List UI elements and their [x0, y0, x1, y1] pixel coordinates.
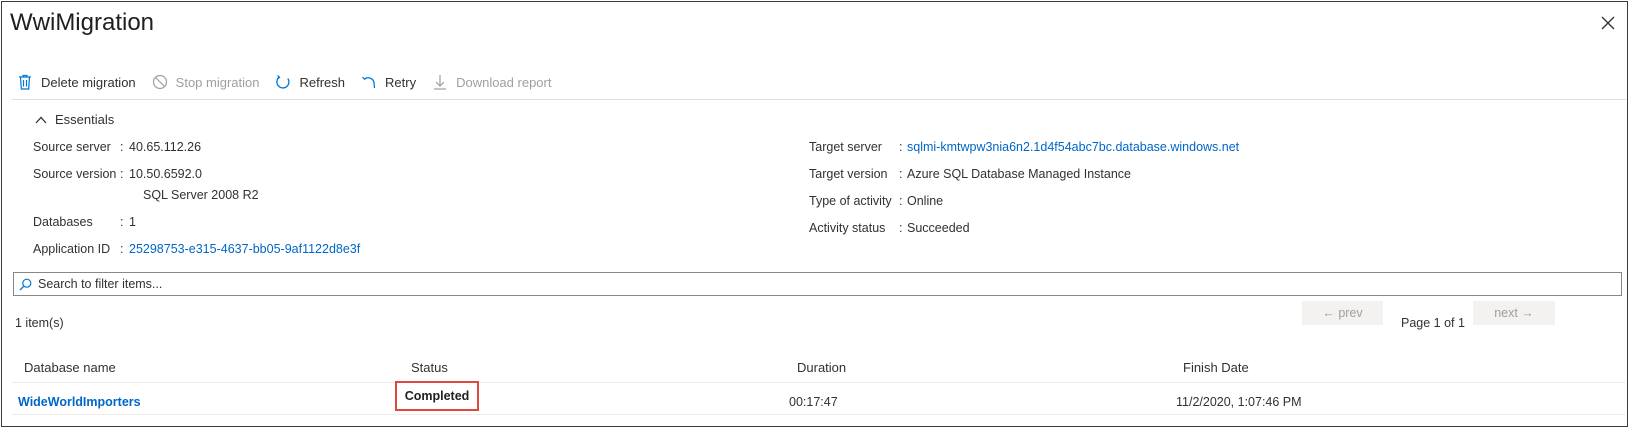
page-title: WwiMigration: [10, 9, 155, 36]
item-count: 1 item(s): [15, 316, 64, 330]
refresh-button[interactable]: Refresh: [274, 70, 345, 94]
header-divider: [12, 382, 1626, 383]
command-bar: Delete migration Stop migration Refresh: [16, 70, 566, 94]
duration-value: 00:17:47: [789, 395, 838, 409]
databases-value: 1: [129, 215, 136, 229]
target-version-value: Azure SQL Database Managed Instance: [907, 167, 1131, 181]
download-report-label: Download report: [456, 74, 552, 90]
migration-blade: WwiMigration Delete migration Stop migra…: [1, 1, 1628, 427]
filter-box: [13, 272, 1622, 296]
download-icon: [431, 73, 449, 91]
databases-label: Databases: [33, 215, 93, 229]
activity-type-value: Online: [907, 194, 944, 208]
page-indicator: Page 1 of 1: [1401, 316, 1465, 330]
column-header-database-name[interactable]: Database name: [24, 360, 116, 375]
chevron-up-icon: [35, 116, 49, 124]
refresh-icon: [274, 73, 292, 91]
colon: :: [899, 221, 903, 235]
application-id-link[interactable]: 25298753-e315-4637-bb05-9af1122d8e3f: [129, 242, 360, 256]
refresh-label: Refresh: [299, 74, 346, 90]
retry-button[interactable]: Retry: [360, 70, 416, 94]
colon: :: [120, 242, 124, 256]
search-icon: [16, 278, 34, 291]
column-header-duration[interactable]: Duration: [797, 360, 846, 375]
filter-input[interactable]: [34, 277, 1621, 291]
delete-migration-button[interactable]: Delete migration: [16, 70, 136, 94]
source-version-edition: SQL Server 2008 R2: [143, 188, 259, 202]
close-button[interactable]: [1597, 12, 1619, 34]
activity-status-label: Activity status: [809, 221, 886, 235]
colon: :: [120, 140, 124, 154]
prev-page-button[interactable]: ← prev: [1302, 301, 1383, 325]
essentials-toggle[interactable]: Essentials: [35, 112, 114, 127]
colon: :: [120, 215, 124, 229]
trash-icon: [16, 73, 34, 91]
column-header-status[interactable]: Status: [411, 360, 448, 375]
application-id-label: Application ID: [33, 242, 111, 256]
database-name-link[interactable]: WideWorldImporters: [18, 395, 141, 409]
colon: :: [899, 140, 903, 154]
retry-label: Retry: [385, 74, 417, 90]
stop-migration-label: Stop migration: [175, 74, 260, 90]
essentials-label: Essentials: [55, 112, 115, 127]
source-version-label: Source version: [33, 167, 117, 181]
target-server-link[interactable]: sqlmi-kmtwpw3nia6n2.1d4f54abc7bc.databas…: [907, 140, 1239, 154]
status-cell-highlighted: Completed: [395, 381, 479, 411]
source-version-value: 10.50.6592.0: [129, 167, 202, 181]
next-page-button[interactable]: next →: [1473, 301, 1555, 325]
source-server-label: Source server: [33, 140, 111, 154]
colon: :: [120, 167, 124, 181]
activity-status-value: Succeeded: [907, 221, 970, 235]
target-version-label: Target version: [809, 167, 888, 181]
delete-migration-label: Delete migration: [41, 74, 136, 90]
target-server-label: Target server: [809, 140, 882, 154]
close-icon: [1601, 16, 1615, 30]
row-divider: [12, 414, 1626, 415]
finish-date-value: 11/2/2020, 1:07:46 PM: [1176, 395, 1302, 409]
activity-type-label: Type of activity: [809, 194, 892, 208]
toolbar-divider: [12, 99, 1626, 100]
column-header-finish-date[interactable]: Finish Date: [1183, 360, 1249, 375]
download-report-button[interactable]: Download report: [431, 70, 551, 94]
colon: :: [899, 167, 903, 181]
stop-icon: [151, 73, 169, 91]
status-value: Completed: [404, 389, 470, 403]
source-server-value: 40.65.112.26: [129, 140, 202, 154]
stop-migration-button[interactable]: Stop migration: [151, 70, 260, 94]
retry-icon: [360, 73, 378, 91]
colon: :: [899, 194, 903, 208]
